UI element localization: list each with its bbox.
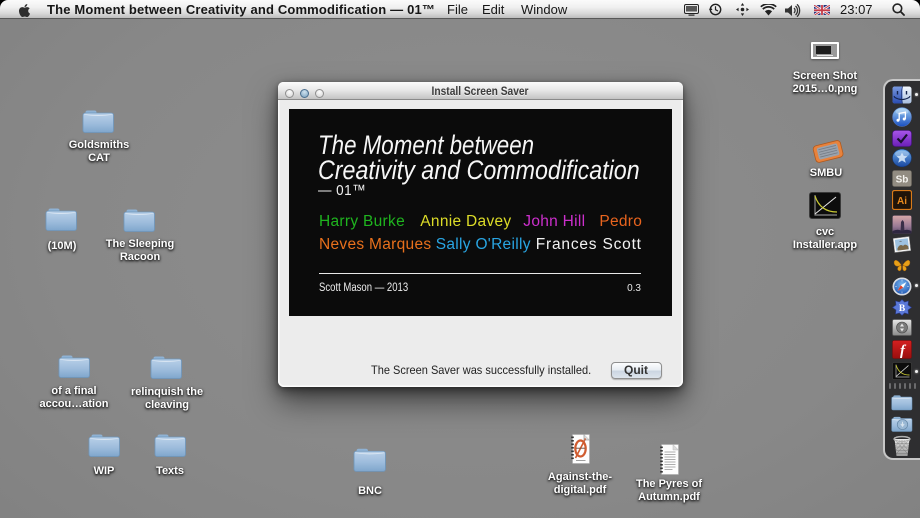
svg-text:Sb: Sb: [896, 174, 909, 185]
svg-text:B: B: [899, 304, 906, 314]
svg-text:Ai: Ai: [897, 196, 907, 207]
